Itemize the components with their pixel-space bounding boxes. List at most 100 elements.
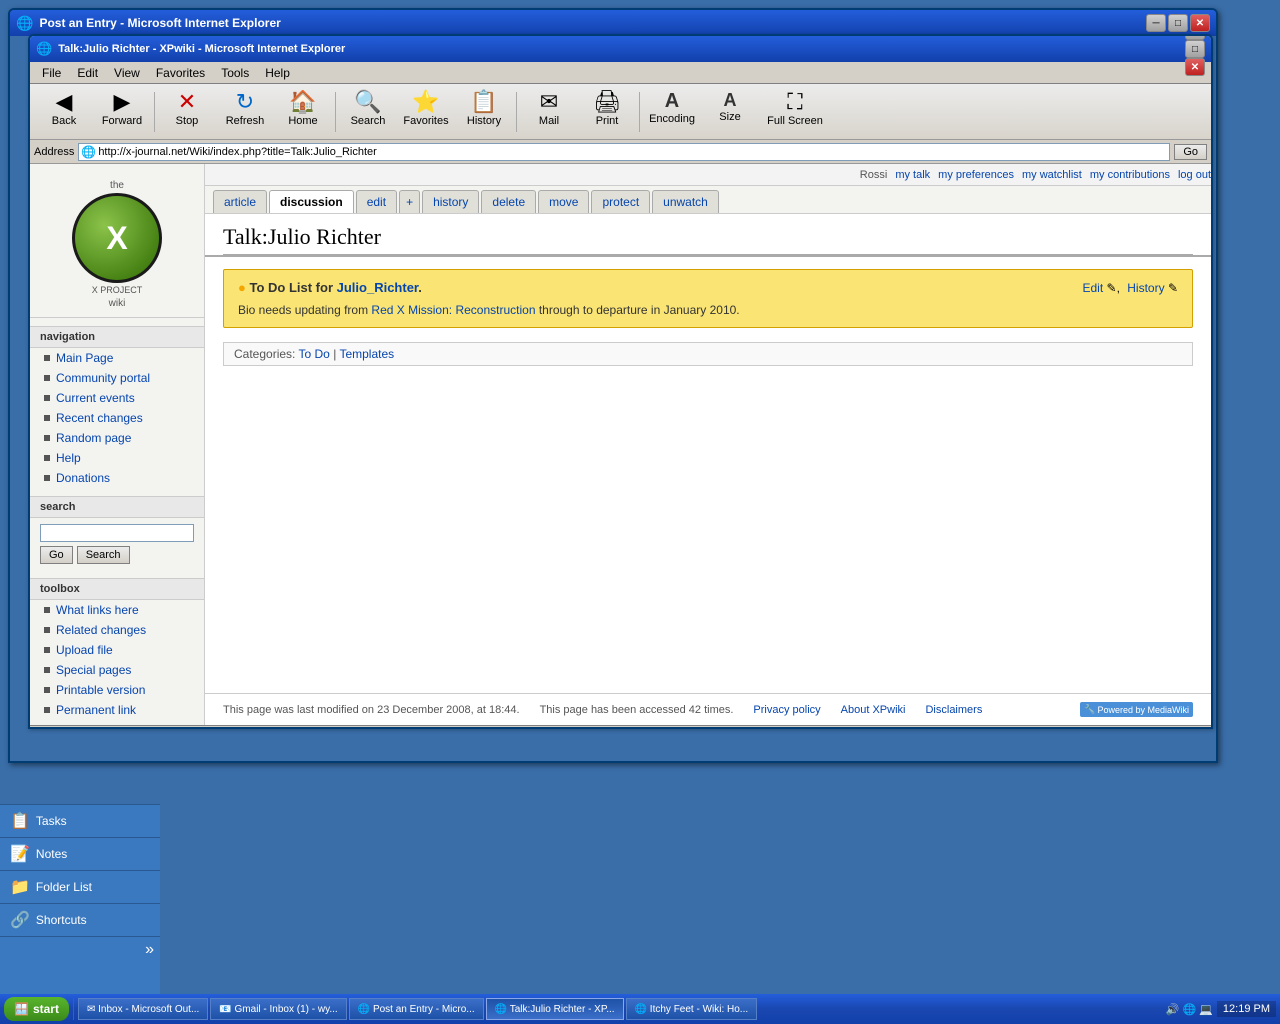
sidebar-item-donations[interactable]: Donations <box>30 468 204 488</box>
tab-history[interactable]: history <box>422 190 479 213</box>
menu-bar: File Edit View Favorites Tools Help <box>30 62 1211 84</box>
minimize-btn-outer[interactable]: ─ <box>1146 14 1166 32</box>
tab-discussion[interactable]: discussion <box>269 190 354 213</box>
close-btn[interactable]: ✕ <box>1185 58 1205 76</box>
stop-button[interactable]: ✕ Stop <box>159 88 215 136</box>
disclaimers-link[interactable]: Disclaimers <box>925 704 982 716</box>
toolbox-section-title: toolbox <box>30 578 204 600</box>
forward-button[interactable]: ▶ Forward <box>94 88 150 136</box>
log-out-link[interactable]: log out <box>1178 169 1211 181</box>
menu-tools[interactable]: Tools <box>213 64 257 82</box>
taskbar-btn-4[interactable]: 🌐 Itchy Feet - Wiki: Ho... <box>626 998 758 1020</box>
tab-unwatch[interactable]: unwatch <box>652 190 719 213</box>
sidebar-item-mainpage[interactable]: Main Page <box>30 348 204 368</box>
tab-move[interactable]: move <box>538 190 589 213</box>
favorites-button[interactable]: ⭐ Favorites <box>398 88 454 136</box>
go-button[interactable]: Go <box>1174 144 1207 160</box>
todo-text-before: Bio needs updating from <box>238 303 371 317</box>
expand-icon[interactable]: » <box>145 941 154 959</box>
search-button[interactable]: 🔍 Search <box>340 88 396 136</box>
todo-user-link[interactable]: Julio_Richter <box>337 280 419 295</box>
search-button-sidebar[interactable]: Search <box>77 546 130 564</box>
notes-label: Notes <box>36 847 67 861</box>
category-todo[interactable]: To Do <box>299 347 330 361</box>
taskbar-btn-1[interactable]: 📧 Gmail - Inbox (1) - wy... <box>210 998 346 1020</box>
maximize-btn[interactable]: □ <box>1185 40 1205 58</box>
search-input[interactable] <box>40 524 194 542</box>
about-xpwiki-link[interactable]: About XPwiki <box>841 704 906 716</box>
outer-window-icon: 🌐 <box>16 15 33 32</box>
sidebar-item-permanentlink[interactable]: Permanent link <box>30 700 204 720</box>
taskbar-icon-2: 🌐 <box>358 1004 370 1015</box>
fullscreen-button[interactable]: ⛶ Full Screen <box>760 88 830 136</box>
my-talk-link[interactable]: my talk <box>895 169 930 181</box>
encoding-button[interactable]: A Encoding <box>644 88 700 136</box>
todo-mission-link[interactable]: Red X Mission: Reconstruction <box>371 303 535 317</box>
print-icon: 🖨 <box>593 91 621 113</box>
menu-help[interactable]: Help <box>257 64 298 82</box>
privacy-policy-link[interactable]: Privacy policy <box>753 704 820 716</box>
left-panel-notes[interactable]: 📝 Notes <box>0 838 160 871</box>
menu-file[interactable]: File <box>34 64 69 82</box>
sidebar-item-whatlinkshere[interactable]: What links here <box>30 600 204 620</box>
search-buttons: Go Search <box>40 546 194 564</box>
logo-subtitle: the <box>38 180 196 191</box>
sidebar-item-randompage[interactable]: Random page <box>30 428 204 448</box>
left-panel-folderlist[interactable]: 📁 Folder List <box>0 871 160 904</box>
left-panel-shortcuts[interactable]: 🔗 Shortcuts <box>0 904 160 937</box>
maximize-btn-outer[interactable]: □ <box>1168 14 1188 32</box>
tab-plus[interactable]: + <box>399 190 420 213</box>
todo-ext-icon: ✎ <box>1168 281 1178 295</box>
left-panel-tasks[interactable]: 📋 Tasks <box>0 805 160 838</box>
tab-protect[interactable]: protect <box>591 190 650 213</box>
title-bar: 🌐 Talk:Julio Richter - XPwiki - Microsof… <box>30 36 1211 62</box>
category-templates[interactable]: Templates <box>339 347 394 361</box>
search-label: Search <box>351 115 386 127</box>
taskbar-label-1: Gmail - Inbox (1) - wy... <box>235 1004 338 1015</box>
taskbar-btn-2[interactable]: 🌐 Post an Entry - Micro... <box>349 998 484 1020</box>
sidebar-item-uploadfile[interactable]: Upload file <box>30 640 204 660</box>
todo-edit-link[interactable]: Edit <box>1082 281 1103 295</box>
go-search-button[interactable]: Go <box>40 546 73 564</box>
encoding-label: Encoding <box>649 113 695 125</box>
refresh-button[interactable]: ↻ Refresh <box>217 88 273 136</box>
categories-box: Categories: To Do | Templates <box>223 342 1193 366</box>
browser-icon: 🌐 <box>36 41 52 57</box>
tab-article[interactable]: article <box>213 190 267 213</box>
menu-view[interactable]: View <box>106 64 148 82</box>
todo-history-link[interactable]: History <box>1127 281 1164 295</box>
home-button[interactable]: 🏠 Home <box>275 88 331 136</box>
size-button[interactable]: A Size <box>702 88 758 136</box>
start-button[interactable]: 🪟 start <box>4 997 69 1021</box>
sidebar-item-printableversion[interactable]: Printable version <box>30 680 204 700</box>
back-button[interactable]: ◀ Back <box>36 88 92 136</box>
print-button[interactable]: 🖨 Print <box>579 88 635 136</box>
tab-delete[interactable]: delete <box>481 190 536 213</box>
bullet-icon <box>44 435 50 441</box>
sidebar-item-help[interactable]: Help <box>30 448 204 468</box>
sidebar-item-currentevents[interactable]: Current events <box>30 388 204 408</box>
taskbar: 🪟 start ✉ Inbox - Microsoft Out... 📧 Gma… <box>0 994 1280 1024</box>
page-header: article discussion edit + history delete… <box>205 186 1211 214</box>
sidebar-item-recentchanges[interactable]: Recent changes <box>30 408 204 428</box>
fullscreen-icon: ⛶ <box>787 91 802 113</box>
my-contributions-link[interactable]: my contributions <box>1090 169 1170 181</box>
close-btn-outer[interactable]: ✕ <box>1190 14 1210 32</box>
refresh-icon: ↻ <box>236 91 254 113</box>
tab-edit[interactable]: edit <box>356 190 397 213</box>
menu-edit[interactable]: Edit <box>69 64 106 82</box>
sidebar-item-specialpages[interactable]: Special pages <box>30 660 204 680</box>
sidebar-item-communityportal[interactable]: Community portal <box>30 368 204 388</box>
expand-btn[interactable]: » <box>0 937 160 963</box>
logo-letter: X <box>106 220 127 257</box>
my-watchlist-link[interactable]: my watchlist <box>1022 169 1082 181</box>
taskbar-btn-0[interactable]: ✉ Inbox - Microsoft Out... <box>78 998 208 1020</box>
my-preferences-link[interactable]: my preferences <box>938 169 1014 181</box>
taskbar-btn-3[interactable]: 🌐 Talk:Julio Richter - XP... <box>486 998 624 1020</box>
history-button[interactable]: 📋 History <box>456 88 512 136</box>
sidebar-item-relatedchanges[interactable]: Related changes <box>30 620 204 640</box>
menu-favorites[interactable]: Favorites <box>148 64 213 82</box>
address-input[interactable] <box>98 146 1167 158</box>
bullet-icon <box>44 355 50 361</box>
mail-button[interactable]: ✉ Mail <box>521 88 577 136</box>
